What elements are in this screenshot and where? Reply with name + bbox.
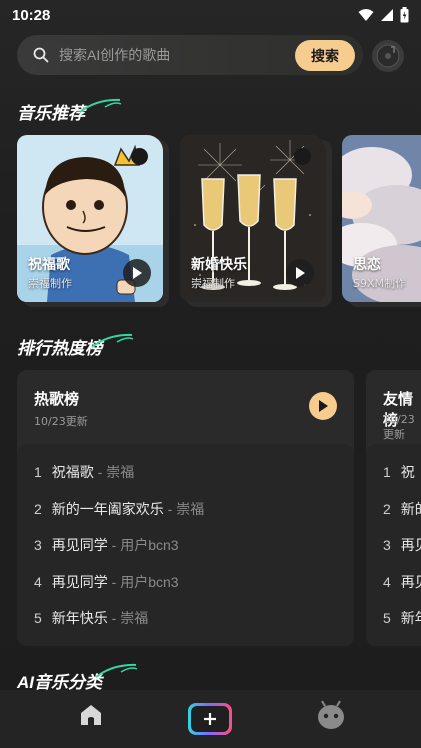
rank-artist: - 崇福 xyxy=(93,464,135,480)
rank-song: 新的 xyxy=(400,501,421,517)
song-creator: 崇福制作 xyxy=(191,277,235,290)
song-card[interactable]: 思恋 S9XM制作 xyxy=(342,135,421,302)
robot-icon xyxy=(318,700,344,729)
list-item[interactable]: 2 新的一年阖家欢乐 - 崇福 xyxy=(34,499,204,519)
rank-number: 3 xyxy=(383,537,391,553)
card-badge-dot xyxy=(131,148,148,165)
rank-number: 2 xyxy=(34,501,42,517)
section-title-text: 音乐推荐 xyxy=(17,104,85,123)
nav-home[interactable] xyxy=(78,702,104,728)
section-title-recommend: 音乐推荐 xyxy=(17,98,122,124)
search-icon xyxy=(33,47,49,63)
nav-profile[interactable] xyxy=(317,700,345,730)
app-screen: 10:28 搜索AI创作的歌曲 搜索 音乐推荐 祝福歌 崇福制作 新婚快乐 崇福… xyxy=(0,0,421,748)
rank-song: 再见 xyxy=(400,574,421,590)
song-title: 新婚快乐 xyxy=(191,257,247,273)
rank-song: 再见同学 xyxy=(51,537,108,553)
rank-song: 再见同学 xyxy=(51,574,108,590)
list-item[interactable]: 5 新年快乐 - 崇福 xyxy=(34,608,148,628)
list-item[interactable]: 2 新的 xyxy=(383,499,421,519)
home-icon xyxy=(81,705,101,725)
rank-number: 4 xyxy=(383,574,391,590)
music-disc-icon xyxy=(376,44,400,68)
rank-artist: - 用户bcn3 xyxy=(107,537,179,553)
play-icon xyxy=(319,400,328,412)
rank-song: 新的一年阖家欢乐 xyxy=(51,501,164,517)
chart-updated: 10/23更新 xyxy=(383,413,415,441)
song-card[interactable]: 新婚快乐 崇福制作 xyxy=(180,135,326,302)
play-icon xyxy=(296,267,305,279)
bottom-nav xyxy=(0,690,421,748)
search-placeholder: 搜索AI创作的歌曲 xyxy=(59,47,171,63)
play-icon xyxy=(133,267,142,279)
rank-song: 祝福歌 xyxy=(51,464,94,480)
list-item[interactable]: 3 再见 xyxy=(383,535,421,555)
title-decoration-icon xyxy=(91,333,134,348)
title-decoration-icon xyxy=(79,98,122,113)
rank-number: 5 xyxy=(383,610,391,626)
rank-number: 1 xyxy=(34,464,42,480)
chart-panel-friend[interactable]: 友情榜 10/23更新 1祝 2新的 3再见 4再见 5新年 xyxy=(366,370,421,646)
list-item[interactable]: 4 再见同学 - 用户bcn3 xyxy=(34,572,179,592)
title-decoration-icon xyxy=(95,663,138,678)
list-item[interactable]: 3 再见同学 - 用户bcn3 xyxy=(34,535,179,555)
rank-song: 新年 xyxy=(400,610,421,626)
rank-number: 3 xyxy=(34,537,42,553)
chart-list: 1祝 2 新的 3 再见 4 再见 5 新年 xyxy=(366,444,421,646)
search-input[interactable]: 搜索AI创作的歌曲 搜索 xyxy=(17,35,363,75)
wifi-icon xyxy=(358,9,374,21)
status-time: 10:28 xyxy=(12,6,51,24)
play-button[interactable] xyxy=(123,259,151,287)
battery-icon xyxy=(400,7,409,23)
rank-song: 祝 xyxy=(400,464,415,480)
list-item[interactable]: 1 祝福歌 - 崇福 xyxy=(34,462,134,482)
rank-song: 再见 xyxy=(400,537,421,553)
rank-number: 1 xyxy=(383,464,391,480)
rank-artist: - 崇福 xyxy=(107,610,149,626)
signal-icon xyxy=(381,9,393,21)
list-item[interactable]: 5 新年 xyxy=(383,608,421,628)
rank-number: 4 xyxy=(34,574,42,590)
chart-list: 1 祝福歌 - 崇福 2 新的一年阖家欢乐 - 崇福 3 再见同学 - 用户bcn3 … xyxy=(17,444,354,646)
avatar[interactable] xyxy=(372,40,404,72)
list-item[interactable]: 1祝 xyxy=(383,462,415,482)
rank-song: 新年快乐 xyxy=(51,610,108,626)
chart-panel-hot[interactable]: 热歌榜 10/23更新 1 祝福歌 - 崇福 2 新的一年阖家欢乐 - 崇福 3 再见… xyxy=(17,370,354,646)
rank-artist: - 用户bcn3 xyxy=(107,574,179,590)
rank-number: 5 xyxy=(34,610,42,626)
plus-icon xyxy=(204,713,216,725)
search-button[interactable]: 搜索 xyxy=(295,40,355,71)
create-button[interactable] xyxy=(188,703,232,735)
rank-number: 2 xyxy=(383,501,391,517)
song-title: 思恋 xyxy=(353,257,381,273)
chart-play-button[interactable] xyxy=(309,392,337,420)
song-title: 祝福歌 xyxy=(28,257,70,273)
card-badge-dot xyxy=(294,148,311,165)
status-bar: 10:28 xyxy=(0,0,421,30)
song-creator: 崇福制作 xyxy=(28,277,72,290)
rank-artist: - 崇福 xyxy=(163,501,205,517)
play-button[interactable] xyxy=(286,259,314,287)
section-title-ranking: 排行热度榜 xyxy=(17,333,134,359)
list-item[interactable]: 4 再见 xyxy=(383,572,421,592)
song-creator: S9XM制作 xyxy=(353,277,407,290)
chart-updated: 10/23更新 xyxy=(34,415,88,428)
chart-title: 热歌榜 xyxy=(34,390,80,408)
status-icons xyxy=(358,7,409,23)
create-button-inner xyxy=(191,706,229,732)
song-card[interactable]: 祝福歌 崇福制作 xyxy=(17,135,163,302)
